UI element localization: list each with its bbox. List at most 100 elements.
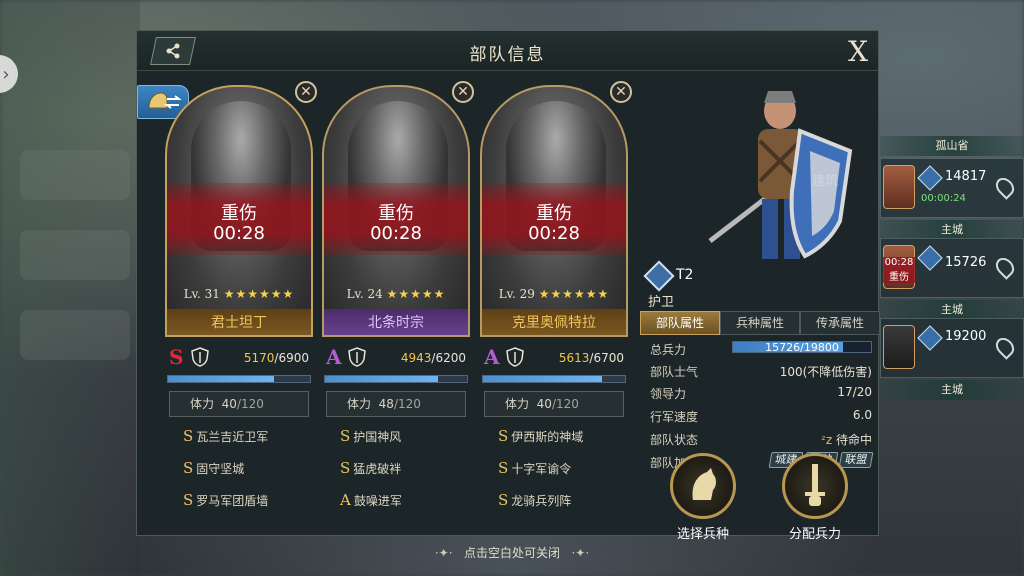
troop-role: 护卫 bbox=[648, 295, 675, 310]
page-title: 部队信息 bbox=[469, 45, 546, 65]
hint-ornament-icon: ·✦· bbox=[571, 546, 590, 560]
skill-item[interactable]: S 十字军谕令 bbox=[498, 459, 571, 477]
skill-name: 固守坚城 bbox=[196, 462, 245, 476]
hero-card[interactable]: 重伤 00:28 Lv. 31 ★★★★★★ 君士坦丁 ✕ S 5170/690… bbox=[165, 81, 317, 525]
troop-current: 5170 bbox=[243, 351, 275, 365]
troop-progress-fill bbox=[483, 376, 602, 382]
side-army-card[interactable]: 14817 00:00:24 bbox=[880, 158, 1024, 218]
attr-label: 领导力 bbox=[650, 387, 687, 401]
skill-name: 龙骑兵列阵 bbox=[511, 494, 572, 508]
select-troops-button[interactable] bbox=[670, 453, 736, 519]
skill-item[interactable]: S 罗马军团盾墙 bbox=[183, 491, 268, 509]
tab-troop-attributes[interactable]: 兵种属性 bbox=[720, 311, 800, 335]
close-button[interactable]: X bbox=[848, 35, 868, 68]
title-bar: 部队信息 X bbox=[137, 31, 878, 71]
hero-level: Lv. 29 bbox=[498, 287, 535, 301]
stamina-max: /120 bbox=[551, 397, 579, 411]
locate-pin-icon[interactable] bbox=[992, 334, 1018, 360]
attr-value: 6.0 bbox=[852, 408, 872, 422]
remove-hero-icon[interactable]: ✕ bbox=[610, 81, 632, 103]
locate-pin-icon[interactable] bbox=[992, 174, 1018, 200]
tab-army-attributes[interactable]: 部队属性 bbox=[640, 311, 720, 335]
star-rating: ★★★★★★ bbox=[538, 287, 610, 301]
stamina-label: 体力 bbox=[505, 397, 530, 411]
attr-label: 部队士气 bbox=[650, 365, 699, 379]
skill-item[interactable]: S 固守坚城 bbox=[183, 459, 244, 477]
remove-hero-icon[interactable]: ✕ bbox=[295, 81, 317, 103]
skill-item[interactable]: S 伊西斯的神域 bbox=[498, 427, 583, 445]
skill-name: 伊西斯的神域 bbox=[511, 430, 584, 444]
troop-progress-bar bbox=[167, 375, 311, 383]
troop-row: A 5613/6700 bbox=[482, 343, 626, 373]
hero-grade: S bbox=[169, 345, 184, 369]
side-header: 主城 bbox=[880, 300, 1024, 320]
skill-name: 罗马军团盾墙 bbox=[196, 494, 269, 508]
side-army-card[interactable]: 19200 bbox=[880, 318, 1024, 378]
assign-troops-button[interactable] bbox=[782, 453, 848, 519]
skill-grade: S bbox=[498, 459, 509, 477]
stamina-label: 体力 bbox=[190, 397, 215, 411]
skill-name: 瓦兰吉近卫军 bbox=[196, 430, 269, 444]
side-header: 主城 bbox=[880, 220, 1024, 240]
attr-status: 部队状态 ᶻz 待命中 bbox=[650, 429, 872, 451]
shield-icon bbox=[348, 347, 366, 367]
star-rating: ★★★★★ bbox=[386, 287, 446, 301]
assign-troops-label: 分配兵力 bbox=[788, 527, 841, 542]
status-value: 待命中 bbox=[835, 433, 872, 447]
skill-item[interactable]: S 猛虎破袢 bbox=[340, 459, 401, 477]
skill-name: 猛虎破袢 bbox=[353, 462, 402, 476]
troop-tier-icon bbox=[917, 165, 943, 191]
side-injury-time: 00:28 bbox=[884, 257, 914, 268]
skill-item[interactable]: S 护国神风 bbox=[340, 427, 401, 445]
hero-level: Lv. 24 bbox=[346, 287, 383, 301]
attr-value: 100(不降低伤害) bbox=[779, 365, 872, 379]
hero-level: Lv. 31 bbox=[183, 287, 220, 301]
background-blob bbox=[20, 310, 130, 360]
attr-march-speed: 行军速度 6.0 bbox=[650, 406, 872, 428]
troop-tier-icon bbox=[917, 325, 943, 351]
background-build-label: 建筑 bbox=[812, 174, 839, 189]
attr-label: 部队状态 bbox=[650, 433, 699, 447]
hero-grade: A bbox=[484, 345, 500, 369]
avatar bbox=[883, 325, 915, 369]
skill-grade: S bbox=[498, 491, 509, 509]
troop-tier-icon bbox=[917, 245, 943, 271]
hint-ornament-icon: ·✦· bbox=[434, 546, 453, 560]
injury-label: 重伤 bbox=[378, 203, 414, 224]
horse-icon bbox=[692, 468, 716, 500]
side-army-card[interactable]: 00:28 重伤 15726 bbox=[880, 238, 1024, 298]
skill-name: 十字军谕令 bbox=[511, 462, 572, 476]
side-header: 孤山省 bbox=[880, 136, 1024, 156]
level-row: Lv. 29 ★★★★★★ bbox=[482, 287, 626, 301]
injury-label: 重伤 bbox=[221, 203, 257, 224]
attribute-tabs: 部队属性 兵种属性 传承属性 bbox=[640, 311, 880, 335]
close-hint: ·✦· 点击空白处可关闭 ·✦· bbox=[0, 544, 1024, 561]
skill-grade: S bbox=[183, 427, 194, 445]
tab-legacy-attributes[interactable]: 传承属性 bbox=[800, 311, 880, 335]
hero-card[interactable]: 重伤 00:28 Lv. 24 ★★★★★ 北条时宗 ✕ A 4943/6200… bbox=[322, 81, 474, 525]
attr-label: 总兵力 bbox=[650, 343, 687, 357]
hero-name: 北条时宗 bbox=[324, 309, 468, 335]
hero-card[interactable]: 重伤 00:28 Lv. 29 ★★★★★★ 克里奥佩特拉 ✕ A 5613/6… bbox=[480, 81, 632, 525]
skill-grade: S bbox=[340, 459, 351, 477]
troop-max: /6900 bbox=[274, 351, 309, 365]
skill-name: 护国神风 bbox=[353, 430, 402, 444]
background-blob bbox=[20, 230, 130, 280]
skill-item[interactable]: S 龙骑兵列阵 bbox=[498, 491, 571, 509]
remove-hero-icon[interactable]: ✕ bbox=[452, 81, 474, 103]
hero-grade: A bbox=[326, 345, 342, 369]
skill-item[interactable]: A 鼓噪进军 bbox=[340, 491, 402, 509]
injury-label: 重伤 bbox=[536, 203, 572, 224]
locate-pin-icon[interactable] bbox=[992, 254, 1018, 280]
attr-total-troops: 总兵力 15726/19800 bbox=[650, 339, 872, 361]
troop-tier: T2 bbox=[676, 267, 694, 283]
stamina-box: 体力 48/120 bbox=[326, 391, 466, 417]
injury-timer: 00:28 bbox=[528, 223, 580, 244]
idle-zz-icon: ᶻz bbox=[821, 433, 833, 447]
background-blob bbox=[20, 150, 130, 200]
hero-name: 克里奥佩特拉 bbox=[482, 309, 626, 335]
skill-item[interactable]: S 瓦兰吉近卫军 bbox=[183, 427, 268, 445]
level-row: Lv. 24 ★★★★★ bbox=[324, 287, 468, 301]
troop-row: A 4943/6200 bbox=[324, 343, 468, 373]
troop-row: S 5170/6900 bbox=[167, 343, 311, 373]
